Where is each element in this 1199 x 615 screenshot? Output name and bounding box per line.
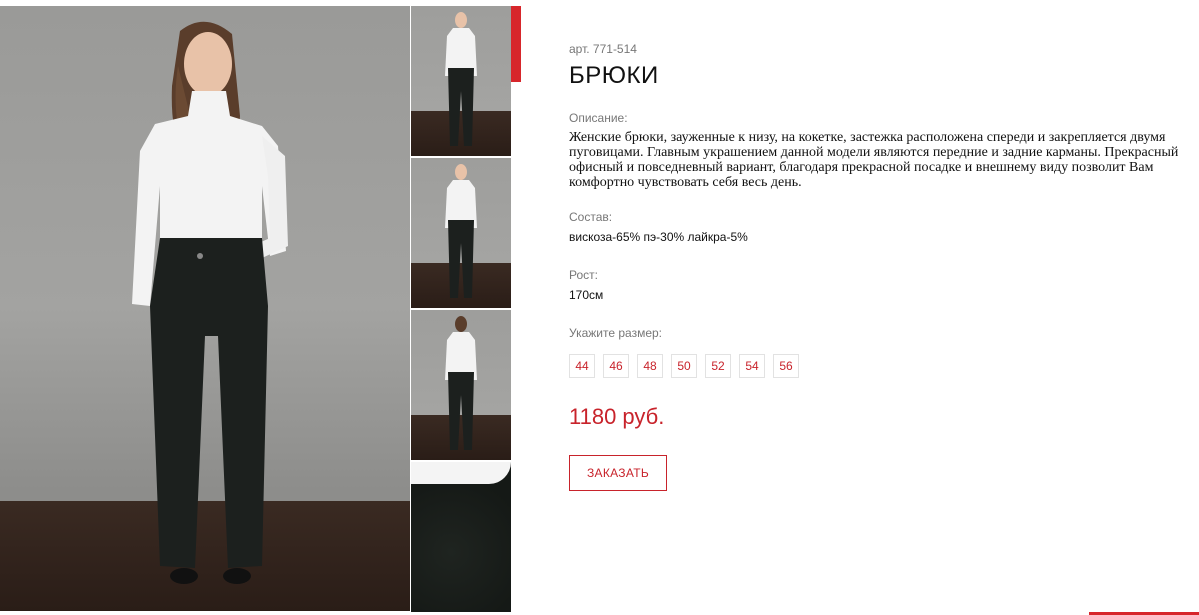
size-selector: 44 46 48 50 52 54 56 [569, 354, 1194, 378]
size-option[interactable]: 46 [603, 354, 629, 378]
thumbnail-pocket[interactable] [411, 158, 511, 308]
size-option[interactable]: 50 [671, 354, 697, 378]
size-option[interactable]: 52 [705, 354, 731, 378]
description-label: Описание: [569, 111, 628, 125]
product-title: БРЮКИ [569, 62, 659, 89]
description-text: Женские брюки, зауженные к низу, на коке… [569, 130, 1179, 190]
composition-label: Состав: [569, 210, 613, 224]
model-figure [132, 21, 288, 584]
size-label: Укажите размер: [569, 326, 663, 340]
size-option[interactable]: 54 [739, 354, 765, 378]
composition-value: вискоза-65% пэ-30% лайкра-5% [569, 230, 748, 244]
height-value: 170см [569, 288, 604, 302]
accent-bar [511, 6, 521, 82]
article-number: арт. 771-514 [569, 42, 637, 56]
thumb-figure [445, 316, 477, 450]
size-option[interactable]: 56 [773, 354, 799, 378]
thumb-figure [445, 164, 477, 298]
product-info: арт. 771-514 БРЮКИ Описание: Женские брю… [569, 38, 1194, 491]
thumbnail-back[interactable] [411, 310, 511, 460]
main-product-photo[interactable] [0, 6, 410, 611]
price: 1180 руб. [569, 404, 665, 429]
thumbnail-fabric-closeup[interactable] [411, 462, 511, 612]
thumb-shirt-edge [411, 462, 511, 484]
thumbnail-strip [411, 6, 511, 614]
height-label: Рост: [569, 268, 598, 282]
size-option[interactable]: 48 [637, 354, 663, 378]
size-option[interactable]: 44 [569, 354, 595, 378]
thumb-figure [445, 12, 477, 146]
thumbnail-front[interactable] [411, 6, 511, 156]
order-button[interactable]: ЗАКАЗАТЬ [569, 455, 667, 491]
